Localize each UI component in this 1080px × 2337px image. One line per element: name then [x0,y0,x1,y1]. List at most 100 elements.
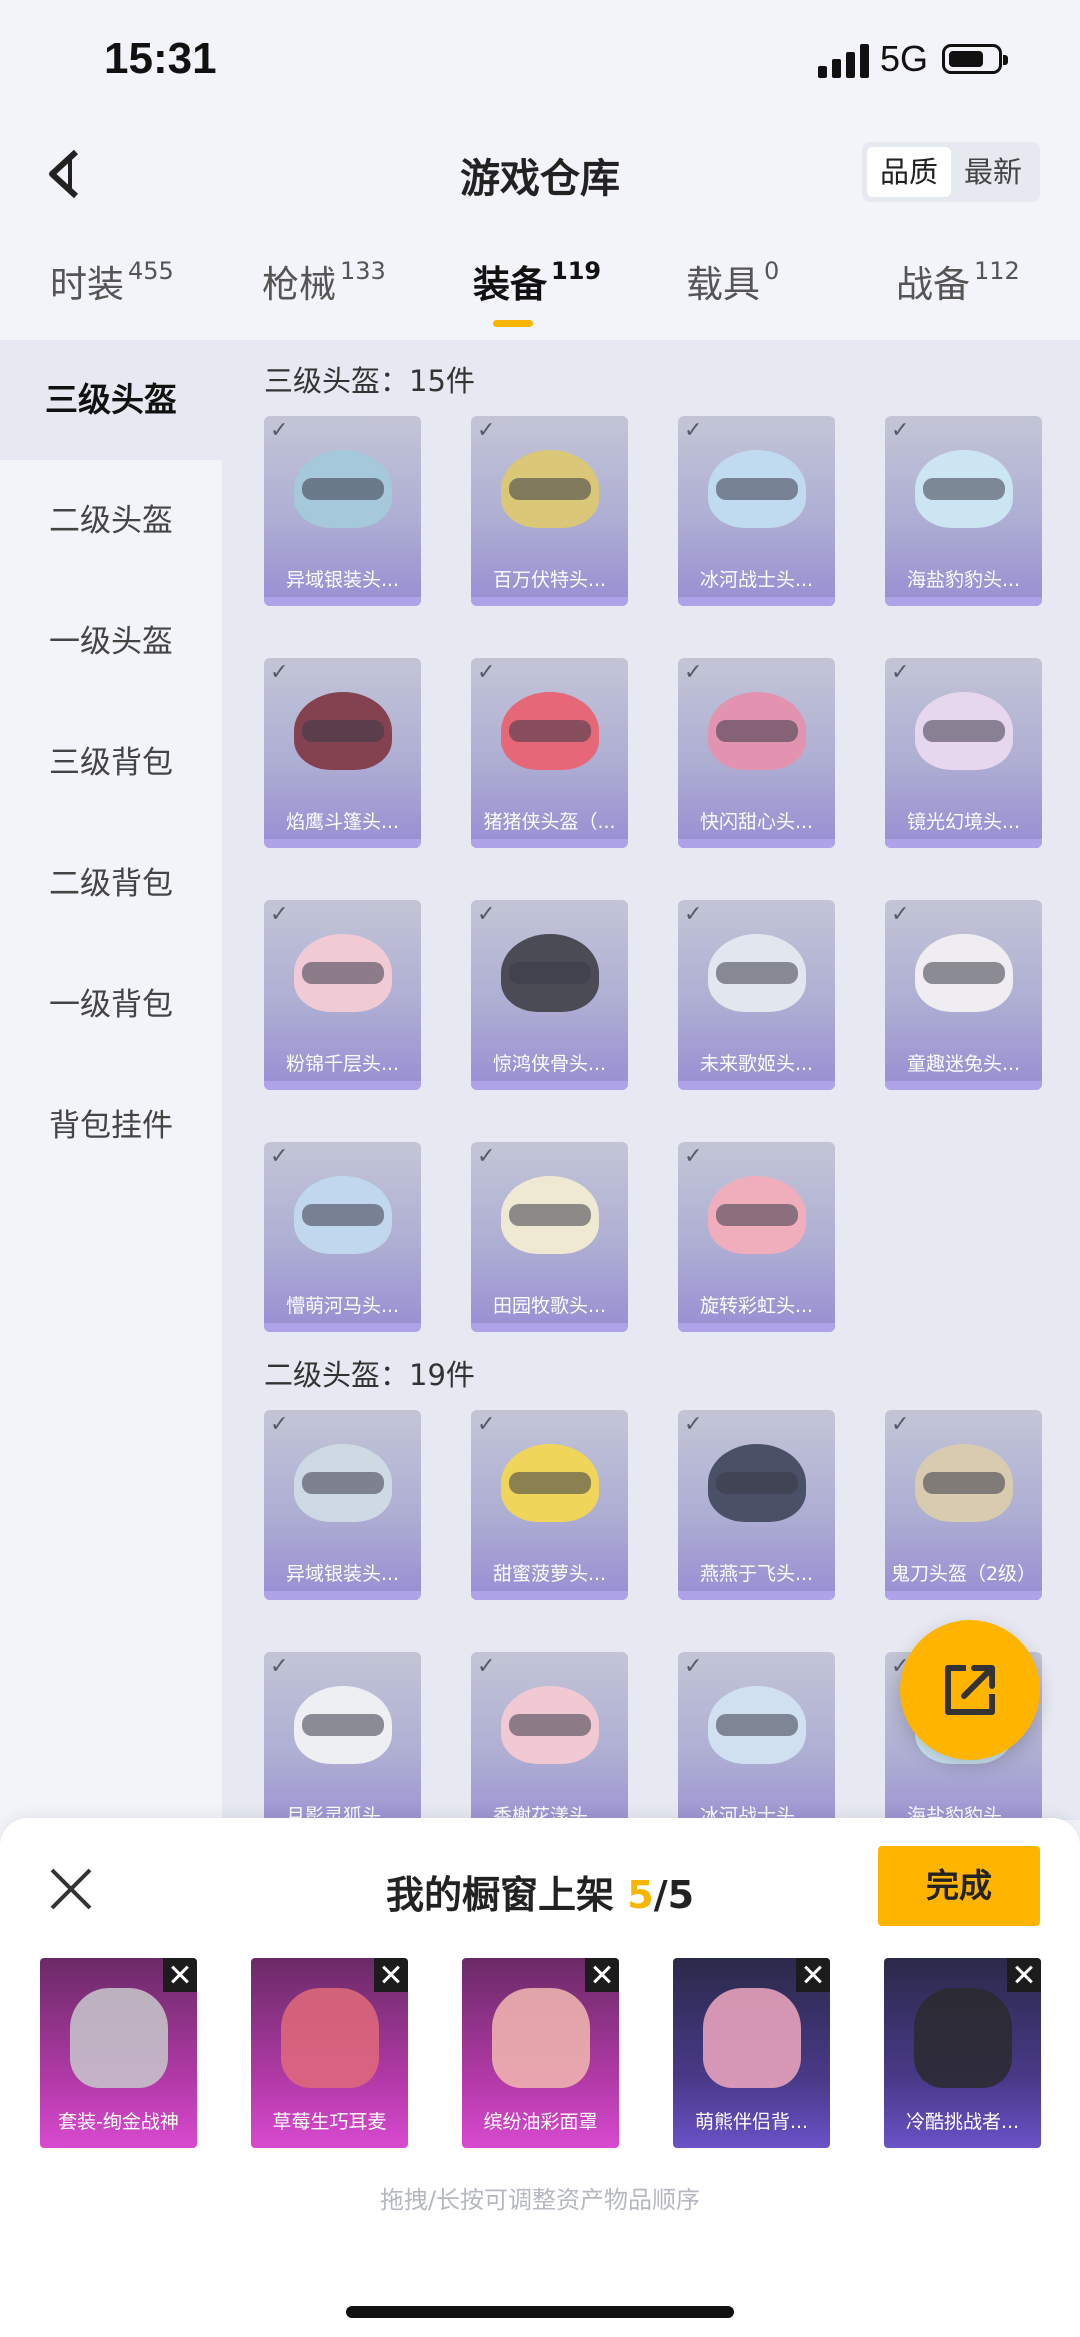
sort-quality-button[interactable]: 品质 [867,147,951,197]
checkmark-icon: ✓ [684,418,703,443]
cellular-signal-icon [818,44,870,78]
tab-label: 战备 [896,263,970,306]
tab-weapons[interactable]: 枪械 133 [262,254,386,308]
inventory-item[interactable]: ✓ 未来歌姬头... [678,900,835,1090]
sort-newest-button[interactable]: 最新 [951,147,1035,197]
item-visor [716,1204,798,1226]
showcase-total: /5 [653,1873,695,1917]
subcategory-sidebar: 三级头盔 二级头盔 一级头盔 三级背包 二级背包 一级背包 背包挂件 [0,340,222,1820]
checkmark-icon: ✓ [684,1654,703,1679]
checkmark-icon: ✓ [891,902,910,927]
item-name: 未来歌姬头... [699,1053,814,1075]
sidebar-item-level1-helmet[interactable]: 一级头盔 [0,582,222,702]
tab-label: 枪械 [262,263,336,306]
inventory-item[interactable]: ✓ 甜蜜菠萝头... [471,1410,628,1600]
showcase-count: 5 [627,1873,654,1917]
showcase-panel: 我的橱窗上架 5/5 完成 套装-绚金战神 草莓生巧耳麦 缤纷油彩面罩 萌熊伴侣背..… [0,1818,1080,2337]
tab-label: 装备 [473,263,547,306]
checkmark-icon: ✓ [477,1412,496,1437]
item-name: 焰鹰斗篷头... [285,811,400,833]
item-visor [302,1714,384,1736]
remove-item-icon[interactable] [585,1958,619,1992]
item-visor [716,962,798,984]
item-visor [716,1714,798,1736]
tab-count: 0 [764,257,780,285]
remove-item-icon[interactable] [163,1958,197,1992]
checkmark-icon: ✓ [684,902,703,927]
showcase-item-name: 萌熊伴侣背... [694,2111,809,2133]
item-visor [716,478,798,500]
tab-fashion[interactable]: 时装 455 [50,254,174,308]
inventory-item[interactable]: ✓ 惊鸿侠骨头... [471,900,628,1090]
item-name: 燕燕于飞头... [699,1563,814,1585]
tab-count: 112 [974,257,1020,285]
inventory-item[interactable]: ✓ 田园牧歌头... [471,1142,628,1332]
sort-toggle: 品质 最新 [862,142,1040,202]
tab-label: 时装 [50,263,124,306]
showcase-item-name: 冷酷挑战者... [905,2111,1020,2133]
inventory-item[interactable]: ✓ 旋转彩虹头... [678,1142,835,1332]
inventory-item[interactable]: ✓ 百万伏特头... [471,416,628,606]
item-name: 百万伏特头... [492,569,607,591]
inventory-item[interactable]: ✓ 懵萌河马头... [264,1142,421,1332]
item-visor [509,1472,591,1494]
tab-count: 455 [128,257,174,285]
done-button[interactable]: 完成 [878,1846,1040,1926]
inventory-item[interactable]: ✓ 月影灵狐头... [264,1652,421,1820]
inventory-item[interactable]: ✓ 冰河战士头... [678,416,835,606]
checkmark-icon: ✓ [477,660,496,685]
home-indicator[interactable] [346,2306,734,2318]
inventory-item[interactable]: ✓ 童趣迷兔头... [885,900,1042,1090]
item-image [70,1988,168,2088]
category-tabs: 时装 455 枪械 133 装备 119 载具 0 战备 112 [0,250,1080,340]
section-title-level2-helmet: 二级头盔：19件 [264,1358,475,1392]
inventory-item[interactable]: ✓ 异域银装头... [264,416,421,606]
remove-item-icon[interactable] [1007,1958,1041,1992]
tab-equipment[interactable]: 装备 119 [473,254,601,308]
share-button[interactable] [900,1620,1040,1760]
network-type: 5G [880,38,929,79]
showcase-item[interactable]: 套装-绚金战神 [40,1958,197,2148]
inventory-item[interactable]: ✓ 猪猪侠头盔（... [471,658,628,848]
sidebar-item-level3-backpack[interactable]: 三级背包 [0,703,222,823]
showcase-item[interactable]: 草莓生巧耳麦 [251,1958,408,2148]
page-header: 游戏仓库 品质 最新 [0,120,1080,230]
inventory-item[interactable]: ✓ 冰河战士头... [678,1652,835,1820]
showcase-item-name: 套装-绚金战神 [58,2111,179,2133]
inventory-item[interactable]: ✓ 鬼刀头盔（2级） [885,1410,1042,1600]
inventory-item[interactable]: ✓ 异域银装头... [264,1410,421,1600]
section-title-level3-helmet: 三级头盔：15件 [264,364,475,398]
inventory-item[interactable]: ✓ 焰鹰斗篷头... [264,658,421,848]
sidebar-item-level1-backpack[interactable]: 一级背包 [0,945,222,1065]
tab-battle-gear[interactable]: 战备 112 [896,254,1020,308]
checkmark-icon: ✓ [477,902,496,927]
share-icon [945,1665,995,1715]
showcase-item[interactable]: 萌熊伴侣背... [673,1958,830,2148]
checkmark-icon: ✓ [270,418,289,443]
sidebar-item-backpack-charm[interactable]: 背包挂件 [0,1066,222,1186]
inventory-item[interactable]: ✓ 海盐豹豹头... [885,416,1042,606]
showcase-title-text: 我的橱窗上架 [385,1873,614,1917]
remove-item-icon[interactable] [796,1958,830,1992]
checkmark-icon: ✓ [477,418,496,443]
tab-vehicles[interactable]: 载具 0 [686,254,779,308]
inventory-item[interactable]: ✓ 燕燕于飞头... [678,1410,835,1600]
item-visor [923,478,1005,500]
showcase-item[interactable]: 冷酷挑战者... [884,1958,1041,2148]
item-visor [509,962,591,984]
inventory-item[interactable]: ✓ 香榭花漾头... [471,1652,628,1820]
reorder-hint: 拖拽/长按可调整资产物品顺序 [379,2186,701,2214]
sidebar-item-level3-helmet[interactable]: 三级头盔 [0,340,222,460]
sidebar-item-level2-backpack[interactable]: 二级背包 [0,824,222,944]
sidebar-item-level2-helmet[interactable]: 二级头盔 [0,461,222,581]
item-name: 甜蜜菠萝头... [492,1563,607,1585]
item-visor [923,1472,1005,1494]
inventory-item[interactable]: ✓ 快闪甜心头... [678,658,835,848]
item-visor [509,720,591,742]
inventory-item[interactable]: ✓ 镜光幻境头... [885,658,1042,848]
inventory-item[interactable]: ✓ 粉锦千层头... [264,900,421,1090]
remove-item-icon[interactable] [374,1958,408,1992]
item-name: 异域银装头... [285,569,400,591]
checkmark-icon: ✓ [684,1412,703,1437]
showcase-item[interactable]: 缤纷油彩面罩 [462,1958,619,2148]
